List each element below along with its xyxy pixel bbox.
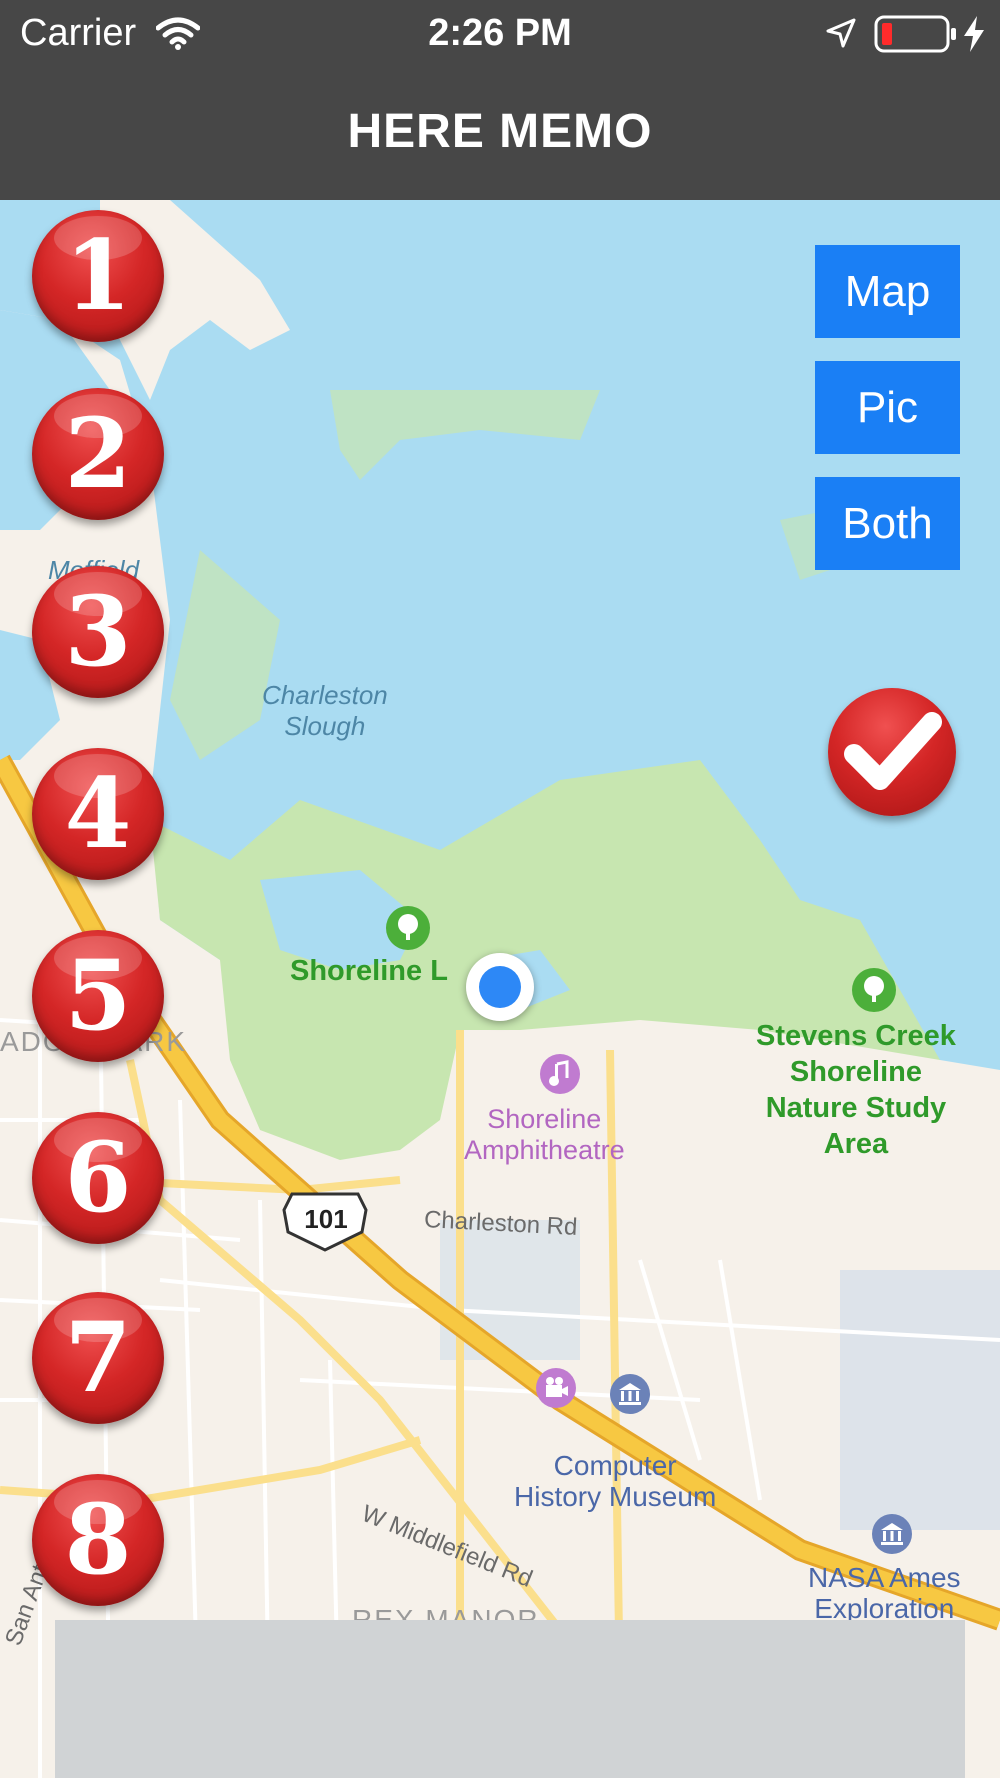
user-location-marker[interactable] [466,953,534,1021]
memo-button-7[interactable]: 7 [32,1292,164,1424]
music-note-icon[interactable] [540,1054,580,1094]
checkmark-icon [844,712,942,790]
map-label-charleston-slough: Charleston Slough [262,680,388,741]
status-bar: Carrier 2:26 PM [0,0,1000,70]
park-tree-icon[interactable] [386,906,430,950]
memo-button-6[interactable]: 6 [32,1112,164,1244]
map-mode-button[interactable]: Map [815,245,960,338]
museum-icon[interactable] [872,1514,912,1554]
memo-button-2[interactable]: 2 [32,388,164,520]
memo-button-8[interactable]: 8 [32,1474,164,1606]
confirm-button[interactable] [828,688,956,816]
map-label-stevens-creek: Stevens Creek Shoreline Nature Study Are… [756,1020,956,1160]
location-arrow-icon [826,18,856,48]
map-label-shoreline-lake: Shoreline L [290,955,448,987]
battery-low-icon [874,15,956,53]
museum-icon[interactable] [610,1374,650,1414]
park-tree-icon[interactable] [852,968,896,1012]
movie-camera-icon[interactable] [536,1368,576,1408]
map-label-nasa-ames: NASA Ames Exploration [808,1562,961,1624]
map-label-computer-history-museum: Computer History Museum [514,1450,717,1512]
pic-mode-button[interactable]: Pic [815,361,960,454]
both-mode-button[interactable]: Both [815,477,960,570]
page-title: HERE MEMO [347,105,653,158]
ad-banner[interactable] [55,1620,965,1778]
app-header: Carrier 2:26 PM HERE MEMO [0,0,1000,200]
memo-button-5[interactable]: 5 [32,930,164,1062]
memo-button-1[interactable]: 1 [32,210,164,342]
map-label-highway-101: 101 [304,1204,348,1234]
charging-bolt-icon [964,16,984,52]
memo-button-4[interactable]: 4 [32,748,164,880]
map-label-amphitheatre: Shoreline Amphitheatre [464,1104,625,1165]
user-location-dot [479,966,521,1008]
memo-button-3[interactable]: 3 [32,566,164,698]
